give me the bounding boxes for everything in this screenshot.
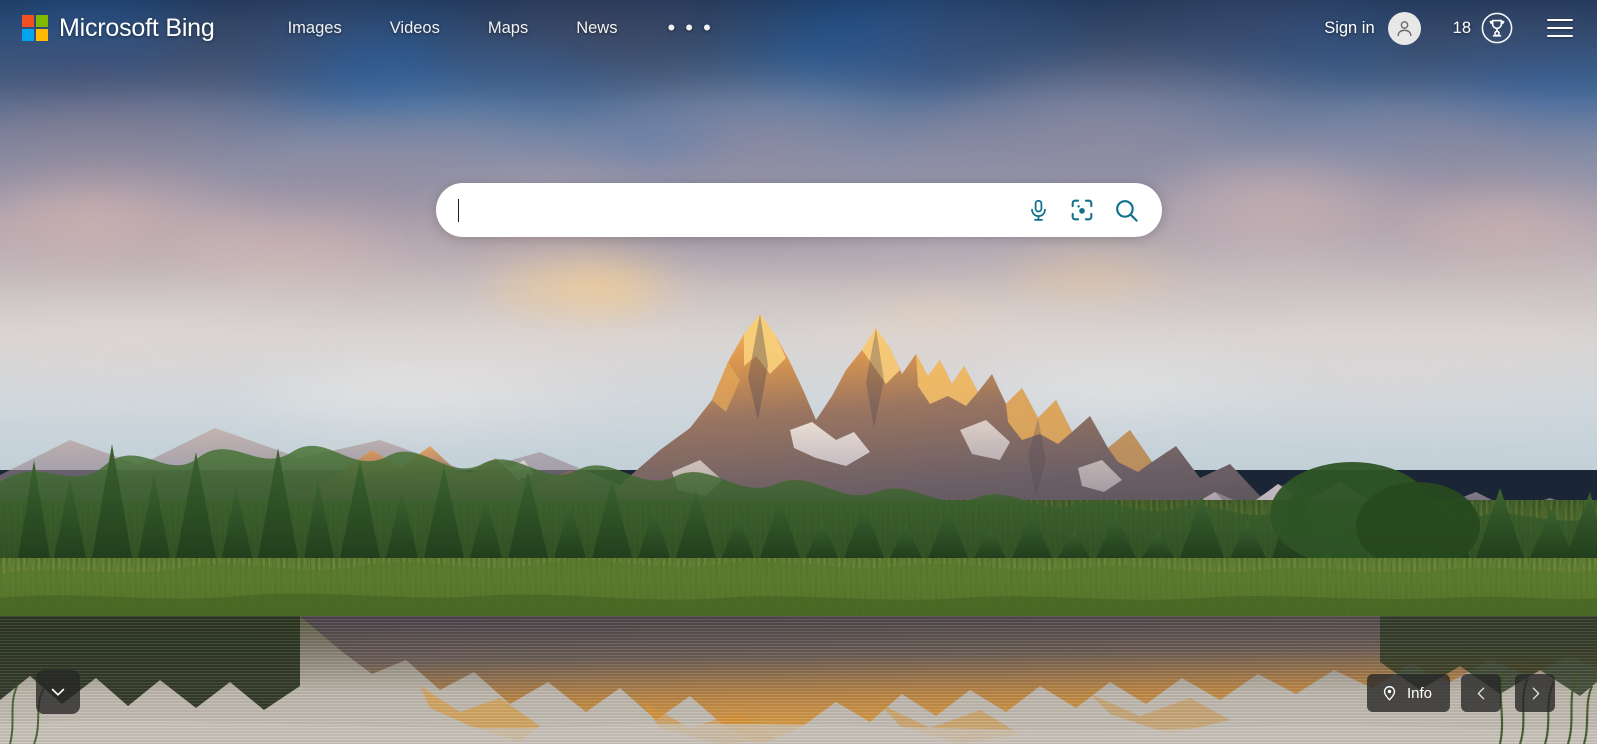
search-area xyxy=(435,183,1162,237)
logo-square-bottom-left xyxy=(22,29,34,41)
background-image xyxy=(0,0,1597,744)
info-button[interactable]: Info xyxy=(1366,674,1450,712)
logo-square-top-left xyxy=(22,15,34,27)
person-avatar-icon[interactable] xyxy=(1387,11,1421,45)
top-header-bar: Microsoft Bing Images Videos Maps News •… xyxy=(0,0,1597,56)
chevron-left-icon xyxy=(1477,687,1484,699)
hamburger-menu-icon[interactable] xyxy=(1547,17,1573,39)
nav-maps[interactable]: Maps xyxy=(488,11,528,46)
nav-images[interactable]: Images xyxy=(288,11,342,46)
primary-nav: Images Videos Maps News • • • xyxy=(288,11,715,46)
rewards-points-count: 18 xyxy=(1452,18,1471,37)
logo-square-top-right xyxy=(36,15,48,27)
scroll-down-button[interactable] xyxy=(36,670,80,714)
microsoft-squares-logo xyxy=(22,15,48,41)
nav-videos[interactable]: Videos xyxy=(390,11,440,46)
water-reflection-layer xyxy=(0,616,1597,744)
search-box[interactable] xyxy=(435,183,1162,237)
search-magnifier-icon[interactable] xyxy=(1113,197,1140,224)
logo-square-bottom-right xyxy=(36,29,48,41)
brand-title: Microsoft Bing xyxy=(59,13,215,42)
sign-in-button[interactable]: Sign in xyxy=(1324,19,1374,38)
location-pin-icon xyxy=(1383,686,1396,701)
rewards-medal-icon[interactable] xyxy=(1480,11,1514,45)
text-cursor xyxy=(457,199,459,222)
search-action-icons xyxy=(1026,197,1144,224)
microphone-icon[interactable] xyxy=(1026,198,1051,223)
search-input[interactable] xyxy=(457,183,1026,237)
forest-treeline xyxy=(0,444,1597,558)
ellipsis-icon[interactable]: • • • xyxy=(665,15,714,41)
visual-search-camera-icon[interactable] xyxy=(1069,197,1095,223)
info-label: Info xyxy=(1406,684,1432,702)
chevron-down-icon xyxy=(51,688,65,696)
next-image-button[interactable] xyxy=(1515,674,1555,712)
chevron-right-icon xyxy=(1532,687,1539,699)
header-right-cluster: Sign in 18 xyxy=(1324,11,1573,45)
nav-news[interactable]: News xyxy=(576,11,617,46)
previous-image-button[interactable] xyxy=(1461,674,1501,712)
microsoft-bing-logo-link[interactable]: Microsoft Bing xyxy=(22,14,215,43)
